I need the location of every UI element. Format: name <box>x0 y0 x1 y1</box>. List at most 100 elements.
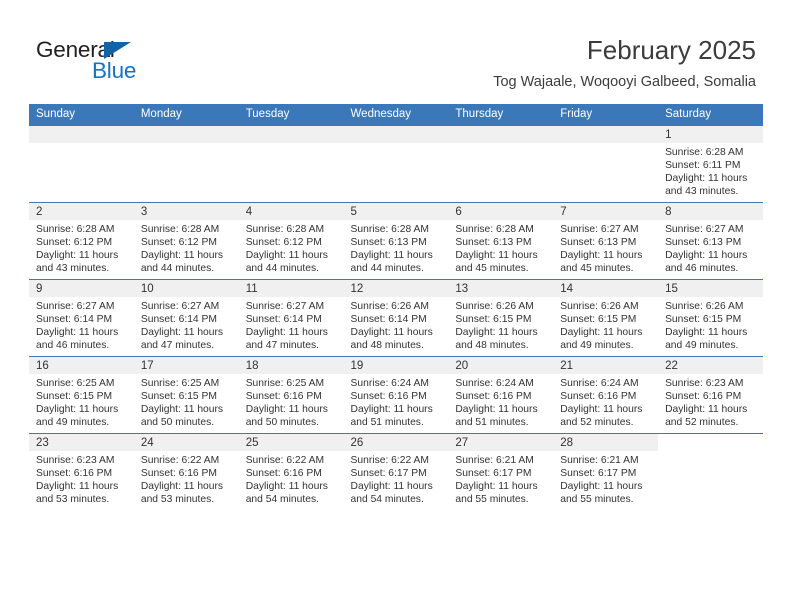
day-number <box>29 126 134 143</box>
day-cell: 17 Sunrise: 6:25 AM Sunset: 6:15 PM Dayligh… <box>133 357 239 433</box>
detail-sunset: Sunset: 6:15 PM <box>560 314 637 326</box>
page-header: General Blue February 2025 Tog Wajaale, … <box>0 0 792 104</box>
day-details: Sunrise: 6:25 AM Sunset: 6:15 PM Daylight:… <box>29 374 134 429</box>
calendar-cell-day[interactable]: 5 Sunrise: 6:28 AM Sunset: 6:13 PM Daylight… <box>343 202 449 280</box>
calendar-grid: Sunday Monday Tuesday Wednesday Thursday… <box>29 104 763 510</box>
day-details: Sunrise: 6:22 AM Sunset: 6:16 PM Daylight:… <box>134 451 239 506</box>
calendar-cell-day[interactable]: 14 Sunrise: 6:26 AM Sunset: 6:15 PM Dayligh… <box>553 279 659 357</box>
day-details: Sunrise: 6:28 AM Sunset: 6:13 PM Daylight:… <box>448 220 553 275</box>
calendar-cell-day[interactable]: 24 Sunrise: 6:22 AM Sunset: 6:16 PM Dayligh… <box>133 433 239 510</box>
detail-daylight-1: Daylight: 11 hours <box>350 250 433 262</box>
detail-daylight-1: Daylight: 11 hours <box>455 250 538 262</box>
detail-daylight-1: Daylight: 11 hours <box>560 327 643 339</box>
detail-sunrise: Sunrise: 6:27 AM <box>36 301 115 312</box>
detail-daylight-1: Daylight: 11 hours <box>140 327 224 339</box>
day-cell: 12 Sunrise: 6:26 AM Sunset: 6:14 PM Dayligh… <box>343 280 449 356</box>
detail-sunset: Sunset: 6:17 PM <box>560 468 637 480</box>
detail-daylight-2: and 48 minutes. <box>350 340 424 352</box>
calendar-cell-day[interactable]: 23 Sunrise: 6:23 AM Sunset: 6:16 PM Dayligh… <box>29 433 134 510</box>
detail-daylight-1: Daylight: 11 hours <box>245 327 328 339</box>
day-details: Sunrise: 6:22 AM Sunset: 6:17 PM Daylight:… <box>344 451 449 506</box>
detail-sunset: Sunset: 6:15 PM <box>36 391 113 403</box>
day-number: 14 <box>553 280 659 297</box>
detail-daylight-2: and 45 minutes. <box>455 263 529 275</box>
calendar-cell-day[interactable]: 28 Sunrise: 6:21 AM Sunset: 6:17 PM Dayligh… <box>553 433 659 510</box>
day-details: Sunrise: 6:24 AM Sunset: 6:16 PM Daylight:… <box>344 374 449 429</box>
detail-sunset: Sunset: 6:13 PM <box>455 237 532 249</box>
calendar-cell-day[interactable]: 4 Sunrise: 6:28 AM Sunset: 6:12 PM Daylight… <box>238 202 344 280</box>
detail-daylight-1: Daylight: 11 hours <box>140 404 224 416</box>
general-blue-logo[interactable]: General Blue <box>36 38 256 86</box>
day-number: 2 <box>29 203 134 220</box>
detail-sunrise: Sunrise: 6:25 AM <box>245 378 325 389</box>
detail-daylight-1: Daylight: 11 hours <box>36 404 119 416</box>
calendar-cell-day[interactable]: 10 Sunrise: 6:27 AM Sunset: 6:14 PM Dayligh… <box>133 279 239 357</box>
calendar-cell-day[interactable]: 22 Sunrise: 6:23 AM Sunset: 6:16 PM Dayligh… <box>658 356 763 434</box>
day-details: Sunrise: 6:27 AM Sunset: 6:14 PM Daylight:… <box>134 297 239 352</box>
detail-sunset: Sunset: 6:14 PM <box>245 314 322 326</box>
calendar-cell-day[interactable]: 12 Sunrise: 6:26 AM Sunset: 6:14 PM Dayligh… <box>343 279 449 357</box>
detail-sunrise: Sunrise: 6:25 AM <box>36 378 115 389</box>
day-number: 25 <box>238 434 344 451</box>
day-cell: 2 Sunrise: 6:28 AM Sunset: 6:12 PM Daylight… <box>29 203 134 279</box>
day-details: Sunrise: 6:26 AM Sunset: 6:15 PM Daylight:… <box>448 297 553 352</box>
calendar-cell-empty <box>238 125 344 203</box>
calendar-cell-day[interactable]: 6 Sunrise: 6:28 AM Sunset: 6:13 PM Daylight… <box>448 202 554 280</box>
calendar-cell-day[interactable]: 18 Sunrise: 6:25 AM Sunset: 6:16 PM Dayligh… <box>238 356 344 434</box>
calendar-cell-day[interactable]: 19 Sunrise: 6:24 AM Sunset: 6:16 PM Dayligh… <box>343 356 449 434</box>
calendar-cell-day[interactable]: 20 Sunrise: 6:24 AM Sunset: 6:16 PM Dayligh… <box>448 356 554 434</box>
day-number: 8 <box>658 203 763 220</box>
calendar-cell-day[interactable]: 9 Sunrise: 6:27 AM Sunset: 6:14 PM Daylight… <box>29 279 134 357</box>
detail-daylight-1: Daylight: 11 hours <box>665 250 748 262</box>
day-details: Sunrise: 6:26 AM Sunset: 6:14 PM Daylight:… <box>344 297 449 352</box>
detail-daylight-2: and 47 minutes. <box>245 340 319 352</box>
page-subtitle: Tog Wajaale, Woqooyi Galbeed, Somalia <box>493 74 756 90</box>
calendar-cell-empty <box>343 125 449 203</box>
calendar-cell-day[interactable]: 25 Sunrise: 6:22 AM Sunset: 6:16 PM Dayligh… <box>238 433 344 510</box>
calendar-cell-day[interactable]: 16 Sunrise: 6:25 AM Sunset: 6:15 PM Dayligh… <box>29 356 134 434</box>
detail-sunset: Sunset: 6:14 PM <box>140 314 217 326</box>
day-details: Sunrise: 6:21 AM Sunset: 6:17 PM Daylight:… <box>553 451 658 506</box>
day-cell: 6 Sunrise: 6:28 AM Sunset: 6:13 PM Daylight… <box>448 203 554 279</box>
weekday-header-row: Sunday Monday Tuesday Wednesday Thursday… <box>29 104 763 126</box>
detail-daylight-1: Daylight: 11 hours <box>665 173 748 185</box>
detail-daylight-1: Daylight: 11 hours <box>350 481 433 493</box>
detail-sunrise: Sunrise: 6:26 AM <box>455 301 534 312</box>
day-details: Sunrise: 6:25 AM Sunset: 6:15 PM Daylight:… <box>134 374 239 429</box>
detail-sunrise: Sunrise: 6:28 AM <box>245 224 325 235</box>
day-details: Sunrise: 6:21 AM Sunset: 6:17 PM Daylight:… <box>448 451 553 506</box>
detail-daylight-1: Daylight: 11 hours <box>140 250 224 262</box>
day-number: 26 <box>343 434 449 451</box>
day-number: 7 <box>553 203 659 220</box>
calendar-cell-empty <box>553 125 659 203</box>
day-cell: 15 Sunrise: 6:26 AM Sunset: 6:15 PM Dayligh… <box>658 280 763 356</box>
calendar-cell-day[interactable]: 15 Sunrise: 6:26 AM Sunset: 6:15 PM Dayligh… <box>658 279 763 357</box>
day-details: Sunrise: 6:22 AM Sunset: 6:16 PM Daylight:… <box>239 451 344 506</box>
detail-daylight-1: Daylight: 11 hours <box>245 481 328 493</box>
calendar-cell-day[interactable]: 21 Sunrise: 6:24 AM Sunset: 6:16 PM Dayligh… <box>553 356 659 434</box>
detail-sunrise: Sunrise: 6:27 AM <box>665 224 744 235</box>
calendar-cell-day[interactable]: 17 Sunrise: 6:25 AM Sunset: 6:15 PM Dayligh… <box>133 356 239 434</box>
detail-sunrise: Sunrise: 6:28 AM <box>140 224 220 235</box>
calendar-cell-day[interactable]: 1 Sunrise: 6:28 AM Sunset: 6:11 PM Daylight… <box>658 125 763 203</box>
day-cell: 27 Sunrise: 6:21 AM Sunset: 6:17 PM Dayligh… <box>448 434 554 510</box>
detail-daylight-2: and 46 minutes. <box>665 263 739 275</box>
calendar-cell-day[interactable]: 7 Sunrise: 6:27 AM Sunset: 6:13 PM Daylight… <box>553 202 659 280</box>
calendar-cell-day[interactable]: 11 Sunrise: 6:27 AM Sunset: 6:14 PM Dayligh… <box>238 279 344 357</box>
calendar-week-row: 9 Sunrise: 6:27 AM Sunset: 6:14 PM Daylight… <box>29 279 763 357</box>
calendar-page: General Blue February 2025 Tog Wajaale, … <box>0 0 792 612</box>
detail-daylight-2: and 44 minutes. <box>350 263 424 275</box>
calendar-cell-day[interactable]: 13 Sunrise: 6:26 AM Sunset: 6:15 PM Dayligh… <box>448 279 554 357</box>
calendar-cell-day[interactable]: 27 Sunrise: 6:21 AM Sunset: 6:17 PM Dayligh… <box>448 433 554 510</box>
weekday-header-friday: Friday <box>553 104 659 126</box>
day-number: 9 <box>29 280 134 297</box>
calendar-cell-day[interactable]: 2 Sunrise: 6:28 AM Sunset: 6:12 PM Daylight… <box>29 202 134 280</box>
calendar-cell-day[interactable]: 3 Sunrise: 6:28 AM Sunset: 6:12 PM Daylight… <box>133 202 239 280</box>
calendar-cell-day[interactable]: 26 Sunrise: 6:22 AM Sunset: 6:17 PM Dayligh… <box>343 433 449 510</box>
day-cell: 9 Sunrise: 6:27 AM Sunset: 6:14 PM Daylight… <box>29 280 134 356</box>
detail-daylight-2: and 49 minutes. <box>665 340 739 352</box>
calendar-cell-day[interactable]: 8 Sunrise: 6:27 AM Sunset: 6:13 PM Daylight… <box>658 202 763 280</box>
logo-text-blue: Blue <box>92 58 137 83</box>
day-details: Sunrise: 6:26 AM Sunset: 6:15 PM Daylight:… <box>553 297 658 352</box>
detail-daylight-2: and 49 minutes. <box>36 417 110 429</box>
